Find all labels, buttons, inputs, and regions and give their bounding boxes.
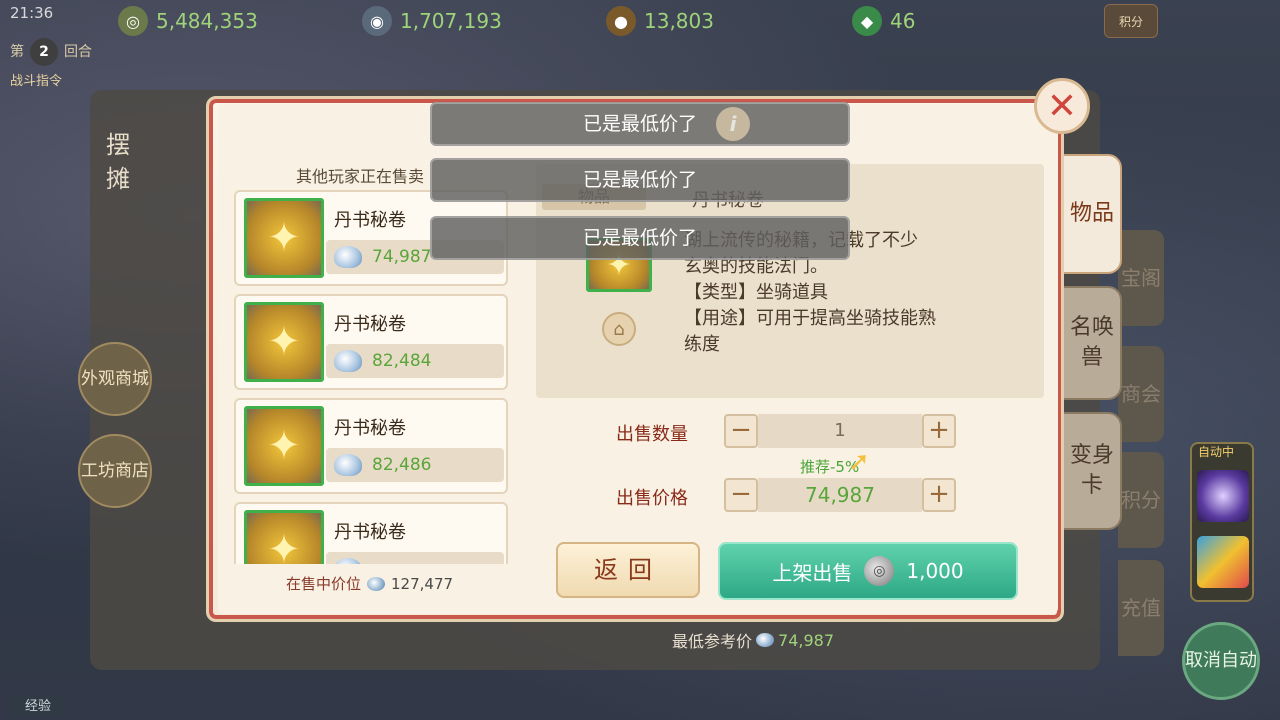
tab-items[interactable]: 物品	[1062, 154, 1122, 274]
pointer-cursor-icon: ➚	[848, 447, 870, 477]
score-button[interactable]: 积分	[1104, 4, 1158, 38]
skill-slot-2-icon[interactable]	[1197, 536, 1249, 588]
list-item[interactable]: ✦ 丹书秘卷 82,486	[234, 398, 508, 494]
skill-slot-1-icon[interactable]	[1197, 470, 1249, 522]
currency-copper: ● 13,803	[606, 6, 714, 36]
silver-icon	[367, 576, 386, 591]
list-for-sale-button[interactable]: 上架出售 ◎ 1,000	[718, 542, 1018, 600]
silver-icon	[334, 246, 362, 268]
listing-title: 其他玩家正在售卖	[296, 167, 425, 186]
reference-price: 最低参考价 74,987	[672, 630, 834, 652]
silver-icon	[334, 454, 362, 476]
close-button[interactable]: ✕	[1034, 78, 1090, 134]
fee-coin-icon: ◎	[864, 556, 895, 586]
workshop-store-button[interactable]: 工坊商店	[78, 434, 152, 508]
ghost-tab-guild: 商会	[1118, 346, 1164, 442]
quantity-plus-button[interactable]: +	[922, 414, 956, 448]
scroll-item-icon: ✦	[244, 198, 324, 278]
ghost-tab-treasure: 宝阁	[1118, 230, 1164, 326]
price-label: 出售价格	[616, 488, 688, 509]
round-indicator: 第 2 回合 战斗指令	[10, 38, 140, 92]
silver-ingot-icon[interactable]: ◉	[362, 6, 392, 36]
clock: 21:36	[10, 4, 54, 22]
cancel-auto-button[interactable]: 取消自动	[1182, 622, 1260, 700]
copper-coin-icon[interactable]: ●	[606, 6, 636, 36]
silver-icon	[334, 350, 362, 372]
tab-summon-beast[interactable]: 名唤兽	[1062, 286, 1122, 400]
close-icon: ✕	[1046, 85, 1078, 127]
silver-icon	[334, 558, 362, 564]
mid-price: 在售中价位 127,477	[286, 574, 454, 594]
appearance-mall-button[interactable]: 外观商城	[78, 342, 152, 416]
currency-jade: ◆ 46	[852, 6, 915, 36]
ghost-tab-points: 积分	[1118, 452, 1164, 548]
currency-bar: 21:36 ◎ 5,484,353 ◉ 1,707,193 ● 13,803 ◆…	[0, 0, 1280, 42]
price-plus-button[interactable]: +	[922, 478, 956, 512]
gold-coin-icon[interactable]: ◎	[118, 6, 148, 36]
stall-title: 摆摊	[106, 131, 130, 193]
info-icon: i	[716, 107, 750, 141]
toast-message: 已是最低价了	[430, 216, 850, 260]
lock-icon[interactable]: ⌂	[602, 312, 636, 346]
scroll-item-icon: ✦	[244, 302, 324, 382]
exp-label: 经验	[10, 696, 66, 718]
scroll-item-icon: ✦	[244, 406, 324, 486]
back-button[interactable]: 返回	[556, 542, 700, 598]
ghost-tab-recharge: 充值	[1118, 560, 1164, 656]
toast-message: 已是最低价了	[430, 158, 850, 202]
list-item[interactable]: ✦ 丹书秘卷 82,484	[234, 294, 508, 390]
quantity-label: 出售数量	[616, 424, 688, 445]
battle-command-label[interactable]: 战斗指令	[10, 70, 140, 89]
silver-icon	[756, 633, 775, 647]
quantity-minus-button[interactable]: −	[724, 414, 758, 448]
price-value[interactable]: 74,987	[758, 478, 922, 512]
price-minus-button[interactable]: −	[724, 478, 758, 512]
currency-gold: ◎ 5,484,353	[118, 6, 258, 36]
toast-message: 已是最低价了	[430, 102, 850, 146]
list-item[interactable]: ✦ 丹书秘卷	[234, 502, 508, 564]
jade-coin-icon[interactable]: ◆	[852, 6, 882, 36]
tab-transform-card[interactable]: 变身卡	[1062, 412, 1122, 530]
scroll-item-icon: ✦	[244, 510, 324, 564]
currency-silver: ◉ 1,707,193	[362, 6, 502, 36]
auto-status-label: 自动中	[1198, 445, 1235, 459]
quantity-value[interactable]: 1	[758, 414, 922, 448]
